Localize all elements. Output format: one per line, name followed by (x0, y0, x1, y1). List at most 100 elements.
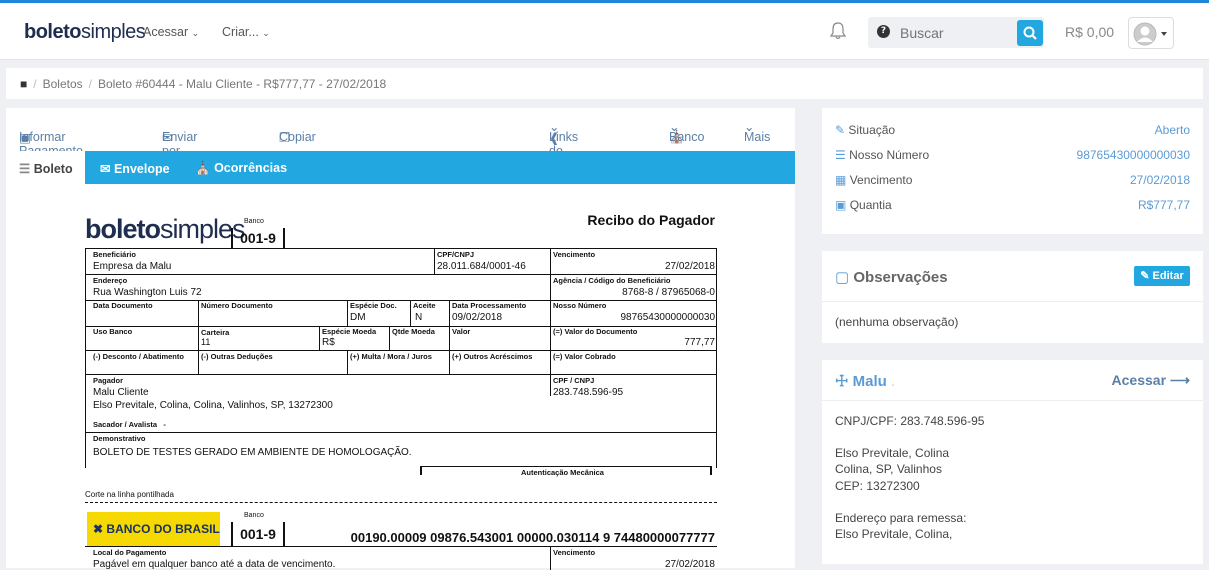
breadcrumb-current: Boleto #60444 - Malu Cliente - R$777,77 … (97, 77, 387, 91)
barcode-icon: ☰ (835, 148, 846, 162)
corte-label: Corte na linha pontilhada (85, 490, 174, 499)
barcode-icon: ☰ (19, 162, 31, 176)
tab-envelope[interactable]: ✉ Envelope (100, 151, 170, 184)
carteira: 11 (201, 337, 211, 347)
observacoes-title: ▢ Observações (835, 269, 948, 286)
numero-documento-label: Número Documento (201, 301, 273, 310)
bank-icon: ⛪ (195, 161, 211, 175)
banco-dropdown[interactable]: ⛪ Banco ⌄ (669, 119, 704, 144)
banco-do-brasil-logo: ✖ BANCO DO BRASIL (87, 512, 220, 546)
tab-ocorrencias[interactable]: ⛪ Ocorrências (195, 151, 287, 184)
local-pagamento: Pagável em qualquer banco até a data de … (93, 559, 336, 570)
boleto-logo: boletosimples (85, 214, 246, 244)
linha-digitavel[interactable]: 00190.00009 09876.543001 00000.030114 9 … (351, 530, 715, 545)
note-icon: ▢ (835, 269, 850, 286)
autenticacao-label: Autenticação Mecânica (521, 468, 604, 477)
action-bar: ▣ Informar Pagamento ✉ Enviar por email … (19, 119, 771, 172)
qtde-moeda-label: Qtde Moeda (392, 327, 435, 336)
especie-doc: DM (350, 312, 366, 323)
edit-observacoes-button[interactable]: ✎ Editar (1134, 266, 1190, 286)
pagador-nome: Malu Cliente (93, 387, 149, 398)
boleto-document: boletosimples Banco 001-9 Recibo do Paga… (85, 200, 717, 570)
situacao-value: Aberto (1154, 123, 1190, 137)
banco-label-2: Banco (244, 512, 264, 519)
vencimento-label: Vencimento (553, 250, 596, 259)
situacao-label: ✎ Situação (835, 123, 896, 137)
arrow-right-icon: ⟶ (1169, 372, 1190, 388)
mais-dropdown[interactable]: Mais ⌄ (744, 119, 770, 144)
vencimento-label-2: Vencimento (553, 548, 596, 557)
navbar: boletosimples Acessar ⌄ Criar... ⌄ ? R$ … (0, 3, 1209, 60)
observacoes-text: (nenhuma observação) (835, 315, 959, 329)
acessar-menu[interactable]: Acessar ⌄ (143, 25, 199, 39)
local-pagamento-label: Local do Pagamento (93, 548, 167, 557)
client-name[interactable]: ☩ Malu . (835, 372, 895, 390)
pencil-icon: ✎ (1140, 270, 1150, 282)
vencimento-info-label: ▦ Vencimento (835, 173, 913, 187)
demonstrativo-label: Demonstrativo (93, 434, 146, 443)
vencimento-info-value: 27/02/2018 (1129, 173, 1190, 187)
data-documento-label: Data Documento (93, 301, 153, 310)
boleto-panel: ▣ Informar Pagamento ✉ Enviar por email … (6, 108, 795, 570)
person-icon: ☩ (835, 373, 849, 390)
tab-boleto[interactable]: ☰ Boleto (6, 151, 85, 184)
observacoes-card: ▢ Observações ✎ Editar (nenhuma observaç… (822, 251, 1203, 343)
desconto-label: (-) Desconto / Abatimento (93, 352, 184, 361)
quantia-value: R$777,77 (1137, 198, 1190, 212)
valor-documento: 777,77 (684, 337, 715, 348)
quantia-label: ▣ Quantia (835, 198, 892, 212)
aceite: N (415, 312, 423, 323)
remessa-label: Endereço para remessa: (835, 511, 967, 525)
info-card: ✎ Situação Aberto ☰ Nosso Número 9876543… (822, 108, 1203, 234)
nosso-numero-label: Nosso Número (553, 301, 607, 310)
client-acessar-link[interactable]: Acessar ⟶ (1112, 372, 1190, 389)
pagador-endereco: Elso Previtale, Colina, Colina, Valinhos… (93, 400, 333, 411)
help-icon[interactable]: ? (877, 25, 890, 38)
carteira-label: Carteira (201, 328, 230, 337)
agencia: 8768-8 / 87965068-0 (622, 287, 715, 298)
especie-moeda-label: Espécie Moeda (322, 327, 377, 336)
app-logo[interactable]: boletosimples (24, 21, 146, 44)
vencimento-2: 27/02/2018 (664, 559, 715, 570)
search-button[interactable] (1017, 20, 1043, 46)
especie-moeda: R$ (322, 337, 335, 348)
valor-label: Valor (452, 327, 471, 336)
pagador-cpf-label: CPF / CNPJ (553, 376, 595, 385)
envelope-icon: ✉ (100, 162, 111, 176)
bell-icon[interactable] (830, 22, 846, 40)
cpfcnpj: 28.011.684/0001-46 (437, 261, 526, 272)
avatar (1133, 22, 1167, 46)
uso-banco-label: Uso Banco (93, 327, 133, 336)
pagador-cpf: 283.748.596-95 (553, 387, 624, 398)
pagador-label: Pagador (93, 376, 124, 385)
beneficiario-label: Beneficiário (93, 250, 136, 259)
client-addr1: Elso Previtale, Colina (835, 446, 950, 460)
edit-icon: ✎ (835, 123, 846, 137)
multa-label: (+) Multa / Mora / Juros (350, 352, 432, 361)
endereco-label: Endereço (93, 276, 128, 285)
outras-deducoes-label: (-) Outras Deduções (201, 352, 273, 361)
home-icon[interactable]: ■ (20, 77, 27, 91)
search-input[interactable] (900, 23, 1010, 42)
client-card: ☩ Malu . Acessar ⟶ CNPJ/CPF: 283.748.596… (822, 360, 1203, 564)
client-addr2: Colina, SP, Valinhos (835, 462, 942, 476)
balance: R$ 0,00 (1065, 24, 1115, 40)
recibo-title: Recibo do Pagador (587, 212, 715, 228)
demonstrativo: BOLETO DE TESTES GERADO EM AMBIENTE DE H… (93, 447, 412, 458)
aceite-label: Aceite (413, 301, 436, 310)
valor-documento-label: (=) Valor do Documento (553, 327, 638, 336)
tab-bar: ☰ Boleto ✉ Envelope ⛪ Ocorrências (6, 151, 795, 184)
banco-code: 001-9 (231, 228, 285, 248)
beneficiario: Empresa da Malu (93, 261, 172, 272)
vencimento: 27/02/2018 (664, 261, 715, 272)
breadcrumb-boletos[interactable]: Boletos (43, 77, 83, 91)
especie-doc-label: Espécie Doc. (350, 301, 397, 310)
nosso-numero: 98765430000000030 (620, 312, 715, 323)
links-boleto-dropdown[interactable]: ❰ Links do Boleto ⌄ (549, 119, 584, 172)
criar-menu[interactable]: Criar... ⌄ (222, 25, 270, 39)
data-processamento-label: Data Processamento (452, 301, 527, 310)
user-menu[interactable] (1128, 17, 1174, 49)
search-icon (1023, 26, 1037, 40)
cpfcnpj-label: CPF/CNPJ (437, 250, 475, 259)
data-processamento: 09/02/2018 (452, 312, 503, 323)
